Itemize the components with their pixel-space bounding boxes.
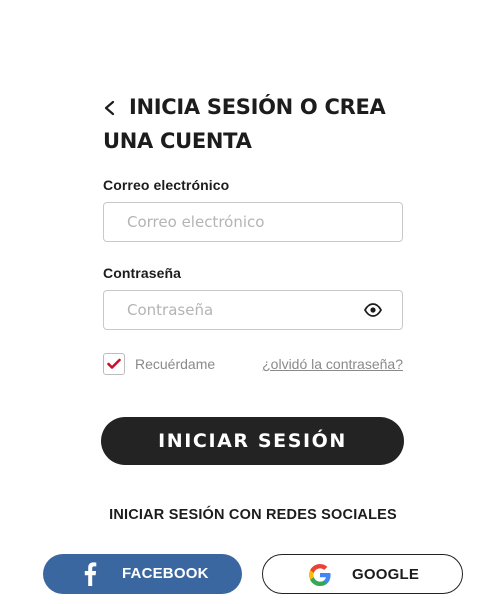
login-button[interactable]: INICIAR SESIÓN	[101, 417, 404, 465]
eye-icon[interactable]	[364, 303, 382, 317]
email-field-container	[103, 202, 403, 242]
password-field-container	[103, 290, 403, 330]
google-label: GOOGLE	[352, 566, 420, 583]
remember-checkbox[interactable]	[103, 353, 125, 375]
remember-label[interactable]: Recuérdame	[135, 356, 215, 372]
social-login-heading: INICIAR SESIÓN CON REDES SOCIALES	[109, 507, 397, 523]
google-icon	[309, 564, 331, 586]
email-field[interactable]	[104, 203, 402, 241]
email-label: Correo electrónico	[103, 177, 230, 193]
facebook-icon	[84, 562, 97, 586]
page-title: INICIA SESIÓN O CREA UNA CUENTA	[103, 95, 386, 153]
google-login-button[interactable]: GOOGLE	[262, 554, 463, 594]
page-header: INICIA SESIÓN O CREA UNA CUENTA	[103, 90, 423, 158]
chevron-left-icon[interactable]	[103, 100, 117, 116]
facebook-label: FACEBOOK	[122, 565, 209, 582]
facebook-login-button[interactable]: FACEBOOK	[43, 554, 242, 594]
password-label: Contraseña	[103, 265, 182, 281]
checkmark-icon	[107, 358, 121, 369]
forgot-password-link[interactable]: ¿olvidó la contraseña?	[262, 356, 403, 372]
password-field[interactable]	[104, 291, 402, 329]
